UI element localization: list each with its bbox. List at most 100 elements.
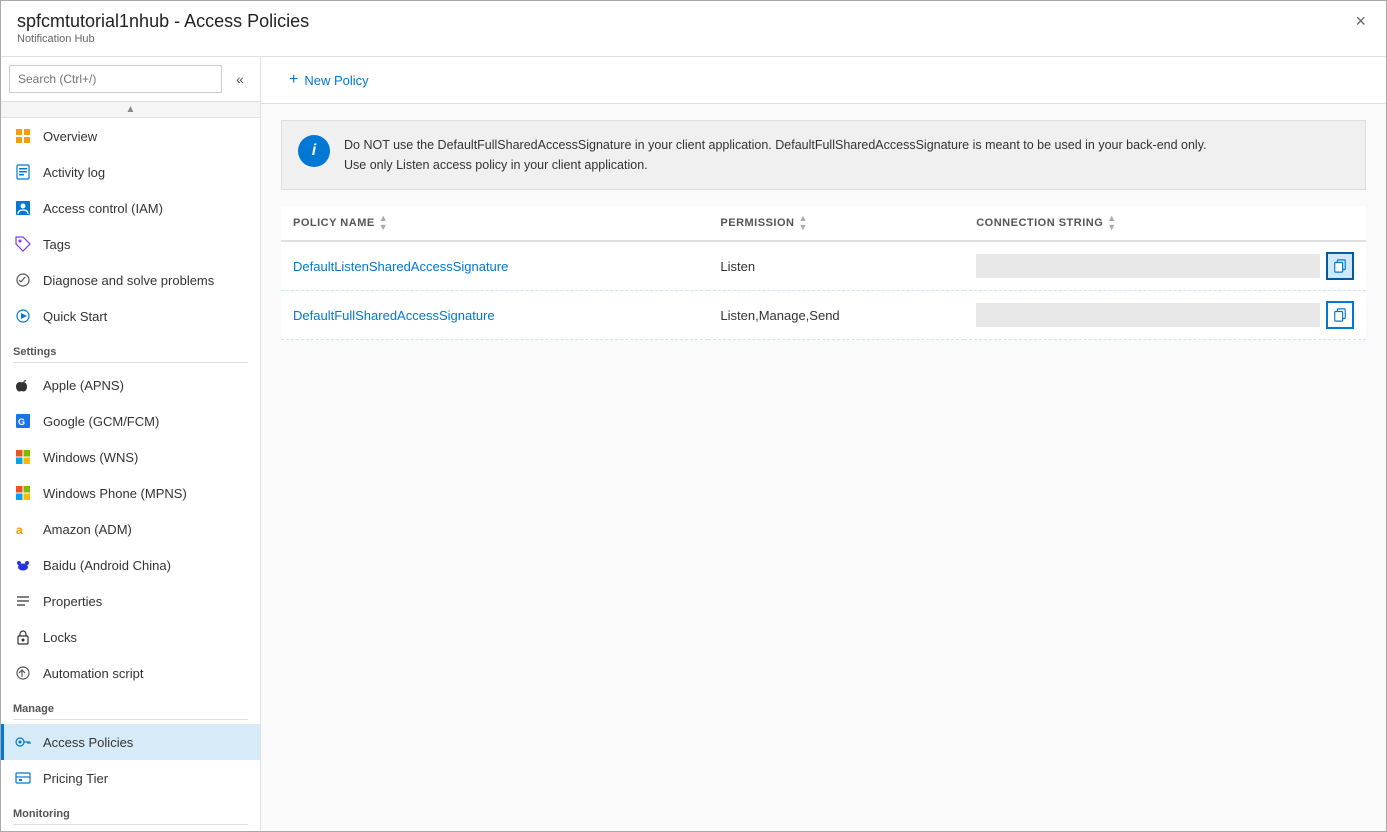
content-body: i Do NOT use the DefaultFullSharedAccess… bbox=[261, 104, 1386, 831]
svg-text:a: a bbox=[16, 523, 23, 537]
sidebar-label-amazon: Amazon (ADM) bbox=[43, 522, 132, 537]
policy-table: POLICY NAME ▲ ▼ PERMISSION bbox=[281, 206, 1366, 340]
sidebar-item-windows[interactable]: Windows (WNS) bbox=[1, 439, 260, 475]
sidebar-label-apple: Apple (APNS) bbox=[43, 378, 124, 393]
diagnose-icon bbox=[13, 270, 33, 290]
table-row: DefaultListenSharedAccessSignatureListen bbox=[281, 241, 1366, 291]
permission-cell: Listen bbox=[708, 241, 964, 291]
collapse-sidebar-button[interactable]: « bbox=[228, 67, 252, 91]
col-header-permission: PERMISSION ▲ ▼ bbox=[708, 206, 964, 241]
sidebar-label-diagnose: Diagnose and solve problems bbox=[43, 273, 214, 288]
baidu-icon bbox=[13, 555, 33, 575]
monitoring-section-label: Monitoring bbox=[1, 796, 260, 824]
sidebar-item-pricing-tier[interactable]: Pricing Tier bbox=[1, 760, 260, 796]
quickstart-icon bbox=[13, 306, 33, 326]
sidebar-item-access-policies[interactable]: Access Policies bbox=[1, 724, 260, 760]
overview-icon bbox=[13, 126, 33, 146]
sidebar-label-quickstart: Quick Start bbox=[43, 309, 107, 324]
sidebar-item-amazon[interactable]: a Amazon (ADM) bbox=[1, 511, 260, 547]
key-icon bbox=[13, 732, 33, 752]
main-layout: « ▲ Overview bbox=[1, 57, 1386, 831]
scroll-up-button[interactable]: ▲ bbox=[1, 102, 260, 118]
tags-icon bbox=[13, 234, 33, 254]
content-toolbar: + New Policy bbox=[261, 57, 1386, 104]
scroll-up-icon: ▲ bbox=[126, 104, 136, 115]
info-line2: Use only Listen access policy in your cl… bbox=[344, 155, 1207, 175]
sidebar-item-windowsphone[interactable]: Windows Phone (MPNS) bbox=[1, 475, 260, 511]
sidebar-item-tags[interactable]: Tags bbox=[1, 226, 260, 262]
locks-icon bbox=[13, 627, 33, 647]
connection-string-cell bbox=[964, 291, 1366, 340]
sort-arrows-policy[interactable]: ▲ ▼ bbox=[379, 214, 388, 232]
close-button[interactable]: × bbox=[1351, 11, 1370, 32]
sidebar-item-overview[interactable]: Overview bbox=[1, 118, 260, 154]
sidebar-item-baidu[interactable]: Baidu (Android China) bbox=[1, 547, 260, 583]
apple-icon bbox=[13, 375, 33, 395]
main-window: spfcmtutorial1nhub - Access Policies Not… bbox=[0, 0, 1387, 832]
policy-name-cell[interactable]: DefaultListenSharedAccessSignature bbox=[281, 241, 708, 291]
content-area: + New Policy i Do NOT use the DefaultFul… bbox=[261, 57, 1386, 831]
sidebar-label-pricing-tier: Pricing Tier bbox=[43, 771, 108, 786]
sidebar-item-automation[interactable]: Automation script bbox=[1, 655, 260, 691]
sidebar: « ▲ Overview bbox=[1, 57, 261, 831]
policy-table-body: DefaultListenSharedAccessSignatureListen… bbox=[281, 241, 1366, 340]
info-icon-text: i bbox=[312, 142, 316, 160]
connection-string-input[interactable] bbox=[976, 254, 1320, 278]
sort-arrows-permission[interactable]: ▲ ▼ bbox=[798, 214, 807, 232]
sidebar-item-locks[interactable]: Locks bbox=[1, 619, 260, 655]
sidebar-label-tags: Tags bbox=[43, 237, 70, 252]
new-policy-button[interactable]: + New Policy bbox=[281, 67, 377, 93]
sidebar-item-iam[interactable]: Access control (IAM) bbox=[1, 190, 260, 226]
sidebar-item-properties[interactable]: Properties bbox=[1, 583, 260, 619]
sidebar-label-overview: Overview bbox=[43, 129, 97, 144]
col-header-policy-name: POLICY NAME ▲ ▼ bbox=[281, 206, 708, 241]
properties-icon bbox=[13, 591, 33, 611]
sidebar-label-baidu: Baidu (Android China) bbox=[43, 558, 171, 573]
sidebar-label-windows: Windows (WNS) bbox=[43, 450, 138, 465]
search-input[interactable] bbox=[9, 65, 222, 93]
connection-string-cell bbox=[964, 241, 1366, 291]
plus-icon: + bbox=[289, 71, 298, 89]
table-header-row: POLICY NAME ▲ ▼ PERMISSION bbox=[281, 206, 1366, 241]
sidebar-item-alerts[interactable]: Alerts bbox=[1, 829, 260, 831]
info-line1: Do NOT use the DefaultFullSharedAccessSi… bbox=[344, 135, 1207, 155]
svg-text:G: G bbox=[18, 417, 25, 427]
sidebar-label-google: Google (GCM/FCM) bbox=[43, 414, 159, 429]
window-subtitle: Notification Hub bbox=[17, 33, 309, 45]
windowsphone-icon bbox=[13, 483, 33, 503]
connection-string-input[interactable] bbox=[976, 303, 1320, 327]
windows-icon bbox=[13, 447, 33, 467]
sidebar-item-apple[interactable]: Apple (APNS) bbox=[1, 367, 260, 403]
sidebar-label-access-policies: Access Policies bbox=[43, 735, 133, 750]
sidebar-item-google[interactable]: G Google (GCM/FCM) bbox=[1, 403, 260, 439]
iam-icon bbox=[13, 198, 33, 218]
google-icon: G bbox=[13, 411, 33, 431]
sidebar-label-activity-log: Activity log bbox=[43, 165, 105, 180]
info-text: Do NOT use the DefaultFullSharedAccessSi… bbox=[344, 135, 1207, 175]
sidebar-label-locks: Locks bbox=[43, 630, 77, 645]
automation-icon bbox=[13, 663, 33, 683]
sidebar-label-iam: Access control (IAM) bbox=[43, 201, 163, 216]
sort-arrows-connection[interactable]: ▲ ▼ bbox=[1107, 214, 1116, 232]
col-header-connection-string: CONNECTION STRING ▲ ▼ bbox=[964, 206, 1366, 241]
amazon-icon: a bbox=[13, 519, 33, 539]
sidebar-header: « bbox=[1, 57, 260, 102]
sidebar-item-diagnose[interactable]: Diagnose and solve problems bbox=[1, 262, 260, 298]
window-title: spfcmtutorial1nhub - Access Policies bbox=[17, 11, 309, 32]
copy-connection-string-button[interactable] bbox=[1326, 252, 1354, 280]
sidebar-item-activity-log[interactable]: Activity log bbox=[1, 154, 260, 190]
sidebar-item-quickstart[interactable]: Quick Start bbox=[1, 298, 260, 334]
info-banner: i Do NOT use the DefaultFullSharedAccess… bbox=[281, 120, 1366, 190]
sidebar-label-automation: Automation script bbox=[43, 666, 143, 681]
policy-name-cell[interactable]: DefaultFullSharedAccessSignature bbox=[281, 291, 708, 340]
sidebar-label-windowsphone: Windows Phone (MPNS) bbox=[43, 486, 187, 501]
new-policy-label: New Policy bbox=[304, 73, 368, 88]
title-bar-left: spfcmtutorial1nhub - Access Policies Not… bbox=[17, 11, 309, 45]
manage-section-label: Manage bbox=[1, 691, 260, 719]
copy-connection-string-button[interactable] bbox=[1326, 301, 1354, 329]
settings-section-label: Settings bbox=[1, 334, 260, 362]
activity-log-icon bbox=[13, 162, 33, 182]
pricing-icon bbox=[13, 768, 33, 788]
table-row: DefaultFullSharedAccessSignatureListen,M… bbox=[281, 291, 1366, 340]
permission-cell: Listen,Manage,Send bbox=[708, 291, 964, 340]
